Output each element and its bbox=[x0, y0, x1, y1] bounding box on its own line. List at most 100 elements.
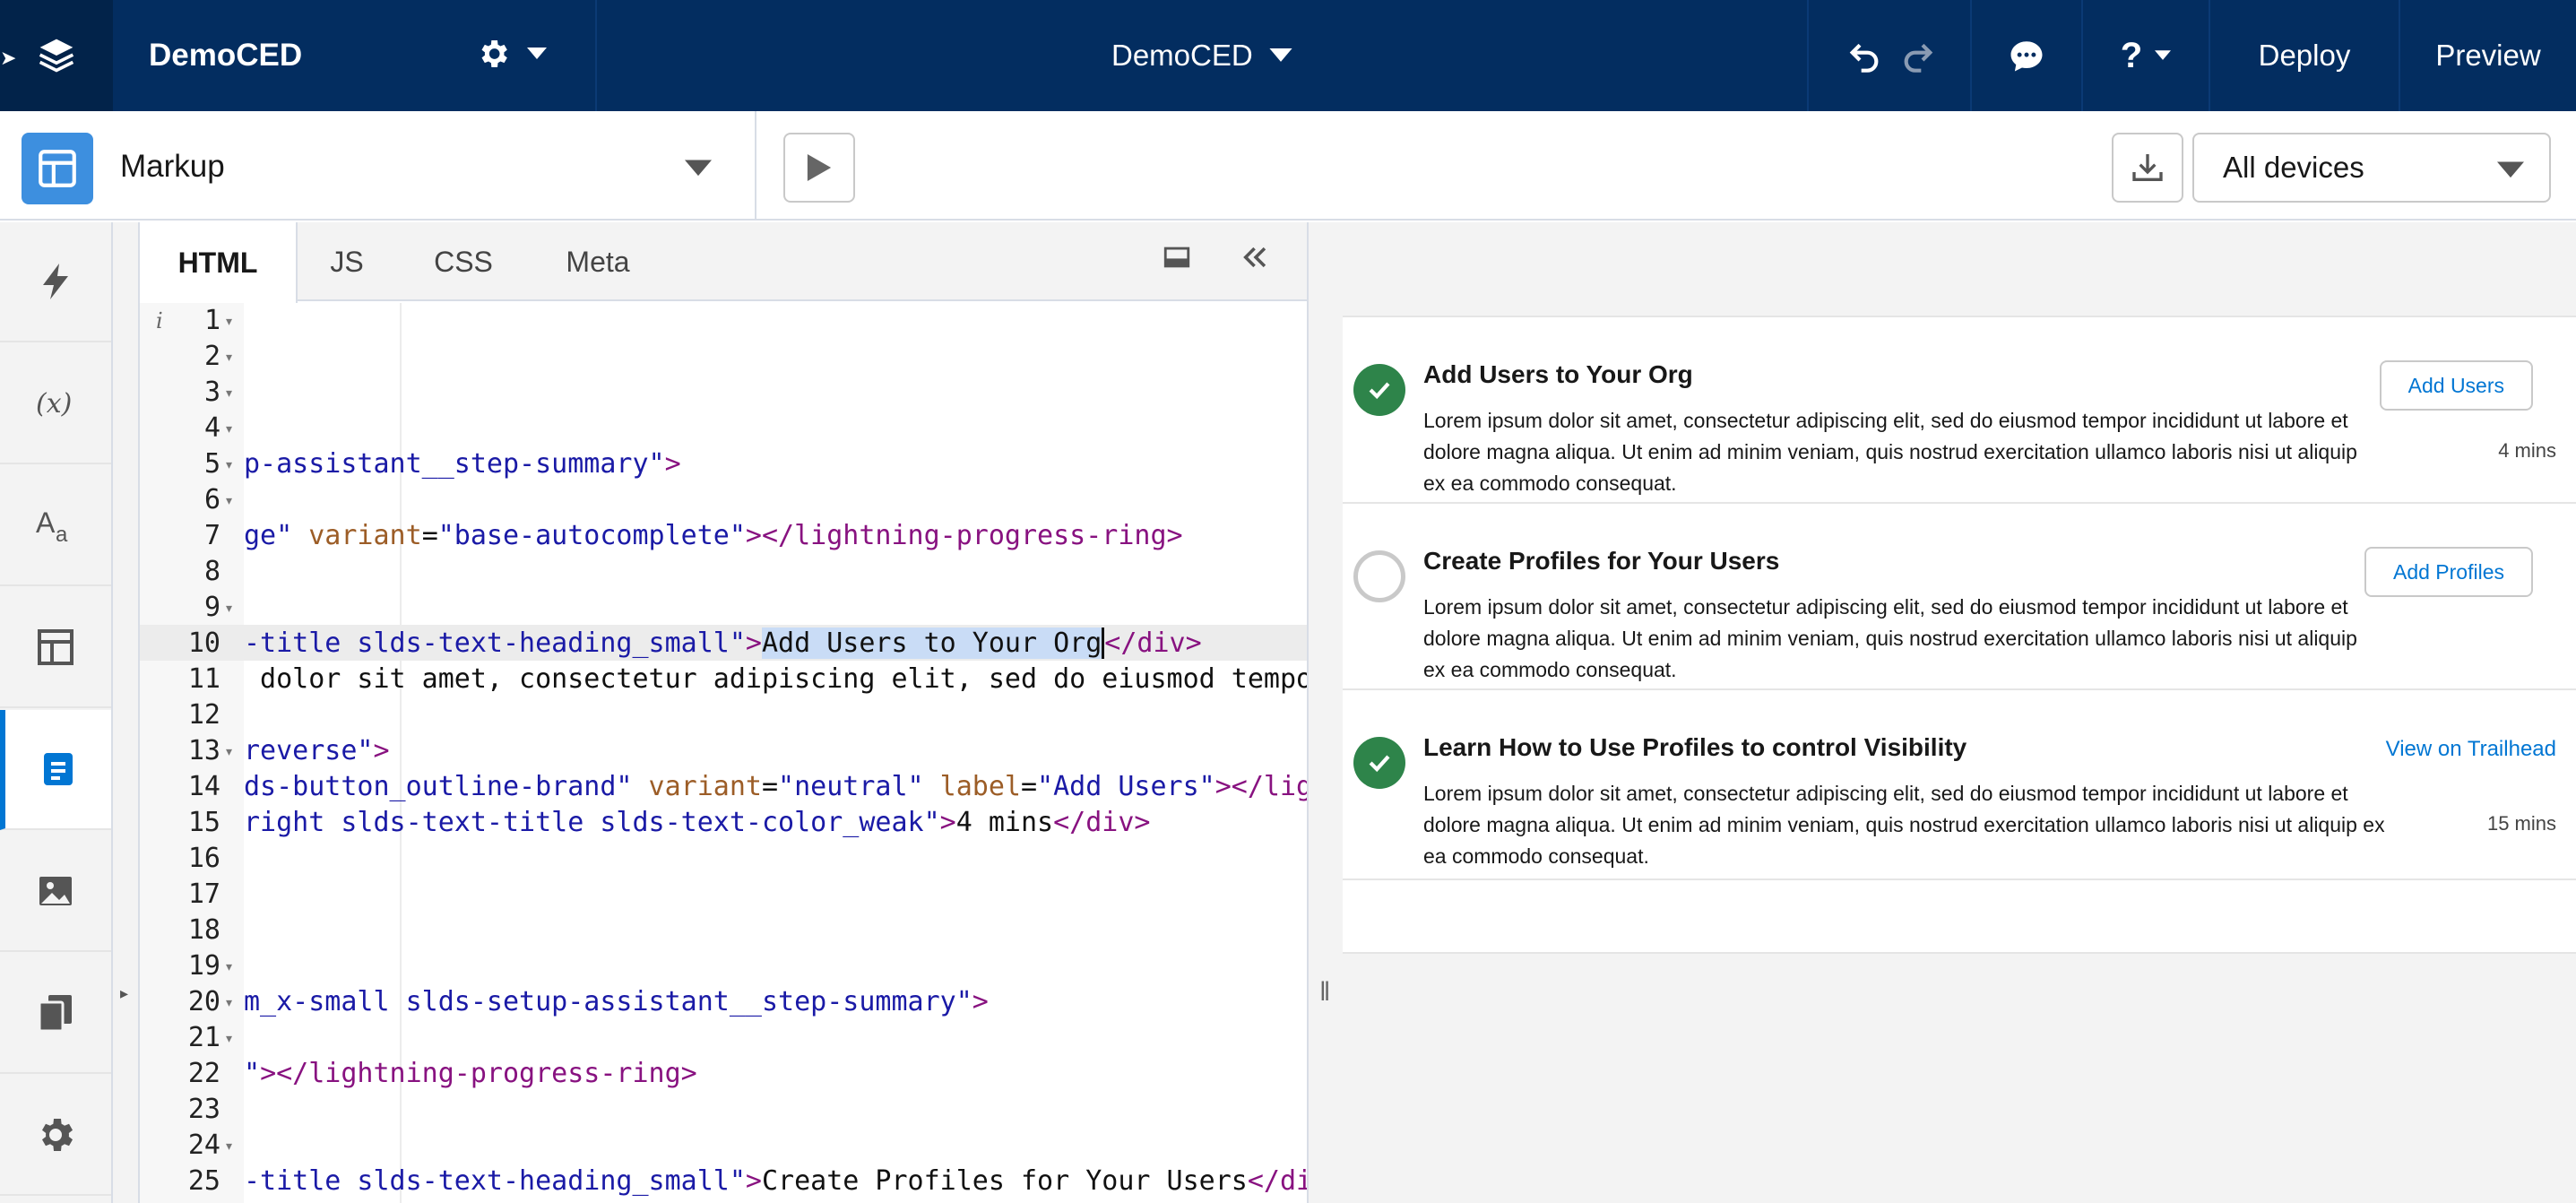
settings-menu-button[interactable] bbox=[475, 36, 547, 72]
tab-js[interactable]: JS bbox=[298, 222, 396, 301]
add-users-button[interactable]: Add Users bbox=[2379, 360, 2533, 411]
chevron-down-icon bbox=[2497, 161, 2524, 178]
sidebar-item-files[interactable] bbox=[0, 954, 111, 1074]
device-select[interactable]: All devices bbox=[2192, 133, 2551, 203]
fold-toggle-icon[interactable]: ▾ bbox=[226, 984, 244, 1020]
gear-icon bbox=[42, 1119, 73, 1151]
code-line-20: m_x-small slds-setup-assistant__step-sum… bbox=[244, 986, 989, 1017]
code-editor: HTML JS CSS Meta i 1 ▾ 2 ▾ 3 ▾ 4 ▾ 5 ▾ 6 ▾ 7 8 9 ▾ 10 11 1… bbox=[140, 222, 1307, 1203]
fold-toggle-icon[interactable]: ▾ bbox=[226, 1128, 244, 1164]
step-title: Learn How to Use Profiles to control Vis… bbox=[1423, 733, 1967, 761]
tab-html[interactable]: HTML bbox=[140, 222, 298, 303]
org-name: DemoCED bbox=[1111, 39, 1253, 72]
markup-icon bbox=[22, 133, 93, 204]
chat-bubble-icon bbox=[2010, 41, 2043, 72]
fold-toggle-icon[interactable]: ▾ bbox=[226, 590, 244, 626]
sidebar-item-layout[interactable] bbox=[0, 588, 111, 708]
step-description: Lorem ipsum dolor sit amet, consectetur … bbox=[1423, 782, 2385, 868]
collapse-editor-button[interactable] bbox=[1240, 242, 1271, 273]
line-number: 10 bbox=[187, 627, 220, 659]
line-number: 14 bbox=[187, 771, 220, 802]
line-number: 12 bbox=[187, 699, 220, 731]
line-number: 21 bbox=[187, 1022, 220, 1053]
line-number: 25 bbox=[187, 1165, 220, 1197]
sidebar-item-images[interactable] bbox=[0, 832, 111, 952]
sidebar-item-actions[interactable] bbox=[0, 222, 111, 342]
fold-toggle-icon[interactable]: ▾ bbox=[226, 303, 244, 339]
double-chevron-left-icon bbox=[1243, 247, 1266, 268]
app-name: DemoCED bbox=[149, 38, 303, 73]
sidebar-item-settings[interactable] bbox=[0, 1076, 111, 1196]
undo-button[interactable] bbox=[1837, 0, 1891, 111]
dock-panel-button[interactable] bbox=[1162, 242, 1192, 273]
help-icon: ? bbox=[2120, 35, 2143, 75]
preview-button[interactable]: Preview bbox=[2400, 0, 2576, 111]
step-duration: 4 mins bbox=[2498, 439, 2556, 462]
tab-meta[interactable]: Meta bbox=[531, 222, 665, 301]
fold-toggle-icon[interactable]: ▾ bbox=[226, 446, 244, 482]
line-number: 4 bbox=[203, 412, 220, 444]
download-icon bbox=[2132, 154, 2163, 181]
fold-toggle-icon[interactable]: ▾ bbox=[226, 1020, 244, 1056]
line-number: 13 bbox=[187, 735, 220, 766]
help-menu-button[interactable]: ? bbox=[2083, 0, 2209, 111]
device-select-value: All devices bbox=[2223, 151, 2364, 184]
chevron-down-icon bbox=[2155, 50, 2172, 60]
toolbar-divider bbox=[755, 111, 756, 221]
panel-collapse-strip[interactable]: ▸ bbox=[113, 222, 140, 1203]
copy-icon bbox=[38, 995, 72, 1033]
fold-toggle-icon[interactable]: ▾ bbox=[226, 948, 244, 984]
formula-icon: (x) bbox=[36, 388, 72, 420]
fold-toggle-icon[interactable]: ▾ bbox=[226, 339, 244, 375]
line-number: 17 bbox=[187, 878, 220, 910]
chevron-down-icon bbox=[1269, 48, 1292, 62]
line-number: 8 bbox=[203, 556, 220, 587]
dock-bottom-icon bbox=[1163, 247, 1190, 268]
fold-toggle-icon[interactable]: ▾ bbox=[226, 733, 244, 769]
download-button[interactable] bbox=[2112, 133, 2183, 203]
header-divider bbox=[595, 0, 597, 111]
sidebar-item-variables[interactable]: (x) bbox=[0, 344, 111, 464]
line-number: 24 bbox=[187, 1129, 220, 1161]
fold-toggle-icon[interactable]: ▾ bbox=[226, 375, 244, 411]
fold-toggle-icon[interactable]: ▾ bbox=[226, 411, 244, 446]
chevron-down-icon[interactable] bbox=[685, 160, 712, 182]
fold-toggle-icon[interactable]: ▾ bbox=[226, 482, 244, 518]
sidebar-item-markup[interactable] bbox=[0, 710, 111, 830]
setup-assistant-card: Add Users to Your Org Lorem ipsum dolor … bbox=[1343, 316, 2576, 954]
expand-arrow-icon[interactable]: ➤ bbox=[0, 47, 16, 70]
code-line-13: reverse"> bbox=[244, 735, 390, 766]
code-content[interactable]: p-assistant__step-summary"> ge" variant=… bbox=[244, 303, 1307, 1203]
progress-ring-complete bbox=[1353, 364, 1405, 416]
line-number: 15 bbox=[187, 807, 220, 838]
sidebar-item-text[interactable]: Aa bbox=[0, 466, 111, 586]
svg-text:(x): (x) bbox=[36, 388, 72, 420]
preview-canvas: Add Users to Your Org Lorem ipsum dolor … bbox=[1343, 222, 2576, 1203]
global-header: ➤ DemoCED DemoCED ? Deploy Preview bbox=[0, 0, 2576, 111]
line-number: 18 bbox=[187, 914, 220, 946]
deploy-button[interactable]: Deploy bbox=[2210, 0, 2399, 111]
add-profiles-button[interactable]: Add Profiles bbox=[2364, 547, 2533, 597]
list-item: Create Profiles for Your Users Lorem ips… bbox=[1343, 504, 2576, 690]
svg-text:A: A bbox=[36, 506, 56, 539]
redo-button[interactable] bbox=[1891, 0, 1945, 111]
layers-icon bbox=[39, 39, 74, 73]
app-launcher-button[interactable]: ➤ bbox=[0, 0, 113, 111]
run-button[interactable] bbox=[783, 133, 855, 203]
pane-splitter[interactable]: ‖ bbox=[1307, 222, 1343, 1203]
document-icon bbox=[44, 753, 73, 785]
code-line-15: right slds-text-title slds-text-color_we… bbox=[244, 807, 1151, 838]
expand-right-icon[interactable]: ▸ bbox=[120, 984, 128, 1003]
feedback-button[interactable] bbox=[1972, 0, 2081, 111]
step-description: Lorem ipsum dolor sit amet, consectetur … bbox=[1423, 409, 2357, 495]
drag-handle-icon[interactable]: ‖ bbox=[1319, 977, 1330, 1008]
tab-css[interactable]: CSS bbox=[396, 222, 531, 301]
code-line-10: -title slds-text-heading_small">Add User… bbox=[244, 627, 1202, 659]
header-divider bbox=[1807, 0, 1809, 111]
check-icon bbox=[1369, 755, 1390, 773]
view-on-trailhead-link[interactable]: View on Trailhead bbox=[2386, 737, 2556, 762]
markup-selector-label[interactable]: Markup bbox=[120, 149, 225, 185]
step-title: Create Profiles for Your Users bbox=[1423, 547, 1780, 575]
org-switcher[interactable]: DemoCED bbox=[1111, 0, 1292, 111]
step-description: Lorem ipsum dolor sit amet, consectetur … bbox=[1423, 595, 2357, 681]
